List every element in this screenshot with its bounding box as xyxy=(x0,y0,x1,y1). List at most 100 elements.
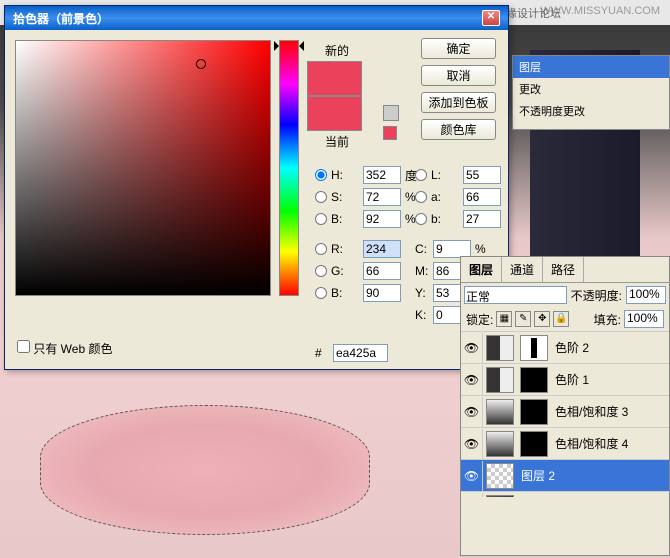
s-radio[interactable] xyxy=(315,191,327,203)
layer-item[interactable]: 👁 色阶 1 xyxy=(461,364,669,396)
visibility-icon[interactable]: 👁 xyxy=(461,397,483,427)
opacity-input[interactable]: 100% xyxy=(626,286,666,304)
visibility-icon[interactable]: 👁 xyxy=(461,429,483,459)
layer-name[interactable]: 色阶 1 xyxy=(551,371,669,388)
layer-thumb[interactable] xyxy=(486,495,514,498)
gamut-warning-icon[interactable] xyxy=(383,105,399,121)
hue-arrow-right xyxy=(299,41,304,51)
new-label: 新的 xyxy=(307,40,367,61)
web-only-label: 只有 Web 颜色 xyxy=(33,342,112,356)
layer-item-selected[interactable]: 👁 图层 2 xyxy=(461,460,669,492)
selection-marquee xyxy=(40,405,370,535)
layer-mask-thumb[interactable] xyxy=(520,431,548,457)
hex-label: # xyxy=(315,346,329,360)
lock-label: 锁定: xyxy=(466,311,493,328)
layer-mask-thumb[interactable] xyxy=(520,399,548,425)
m-label: M: xyxy=(415,264,429,278)
current-label: 当前 xyxy=(307,131,367,152)
lock-transparency-icon[interactable]: ▦ xyxy=(496,311,512,327)
c-unit: % xyxy=(475,242,489,256)
lock-paint-icon[interactable]: ✎ xyxy=(515,311,531,327)
rgb-b-radio[interactable] xyxy=(315,287,327,299)
color-picker-dialog: 拾色器（前景色） ✕ 新的 当前 确定 取消 添加到色板 颜色库 H: xyxy=(4,5,509,370)
layer-item[interactable]: 👁 色相/饱和度 3 xyxy=(461,396,669,428)
fill-label: 填充: xyxy=(594,311,621,328)
dialog-titlebar[interactable]: 拾色器（前景色） ✕ xyxy=(5,6,508,30)
l-label: L: xyxy=(431,168,459,182)
history-item[interactable]: 图层 xyxy=(513,56,669,78)
new-color-swatch xyxy=(307,61,362,96)
hex-input[interactable] xyxy=(333,344,388,362)
layer-item[interactable]: 👁 图层 1 xyxy=(461,492,669,497)
tab-layers[interactable]: 图层 xyxy=(461,257,502,282)
lab-b-input[interactable] xyxy=(463,210,501,228)
layer-item[interactable]: 👁 色相/饱和度 4 xyxy=(461,428,669,460)
a-label: a: xyxy=(431,190,459,204)
h-input[interactable] xyxy=(363,166,401,184)
g-label: G: xyxy=(331,264,359,278)
nearest-color-swatch[interactable] xyxy=(383,126,397,140)
lock-all-icon[interactable]: 🔒 xyxy=(553,311,569,327)
g-input[interactable] xyxy=(363,262,401,280)
color-library-button[interactable]: 颜色库 xyxy=(421,119,496,140)
layer-thumb-hue[interactable] xyxy=(486,431,514,457)
layer-list: 👁 色阶 2 👁 色阶 1 👁 色相/饱和度 3 👁 色相/饱和度 4 👁 xyxy=(461,332,669,497)
layer-name[interactable]: 色相/饱和度 4 xyxy=(551,435,669,452)
layer-name[interactable]: 色阶 2 xyxy=(551,339,669,356)
color-spectrum[interactable] xyxy=(15,40,271,296)
history-item[interactable]: 更改 xyxy=(513,78,669,100)
layer-thumb-hue[interactable] xyxy=(486,399,514,425)
c-label: C: xyxy=(415,242,429,256)
spectrum-cursor[interactable] xyxy=(196,59,206,69)
b-input[interactable] xyxy=(363,210,401,228)
l-radio[interactable] xyxy=(415,169,427,181)
layer-mask-thumb[interactable] xyxy=(520,335,548,361)
ok-button[interactable]: 确定 xyxy=(421,38,496,59)
close-icon[interactable]: ✕ xyxy=(482,10,500,26)
visibility-icon[interactable]: 👁 xyxy=(461,365,483,395)
s-input[interactable] xyxy=(363,188,401,206)
tab-channels[interactable]: 通道 xyxy=(502,257,543,282)
b-label: B: xyxy=(331,212,359,226)
s-label: S: xyxy=(331,190,359,204)
r-radio[interactable] xyxy=(315,243,327,255)
layer-name[interactable]: 图层 2 xyxy=(517,467,669,484)
b-radio[interactable] xyxy=(315,213,327,225)
history-item[interactable]: 不透明度更改 xyxy=(513,100,669,122)
visibility-icon[interactable]: 👁 xyxy=(461,461,483,491)
a-radio[interactable] xyxy=(415,191,427,203)
layers-panel: 图层 通道 路径 正常 不透明度: 100% 锁定: ▦ ✎ ✥ 🔒 填充: 1… xyxy=(460,256,670,556)
blend-mode-dropdown[interactable]: 正常 xyxy=(464,286,567,304)
h-radio[interactable] xyxy=(315,169,327,181)
fill-input[interactable]: 100% xyxy=(624,310,664,328)
g-radio[interactable] xyxy=(315,265,327,277)
visibility-icon[interactable]: 👁 xyxy=(461,333,483,363)
y-label: Y: xyxy=(415,286,429,300)
lab-b-label: b: xyxy=(431,212,459,226)
layer-mask-thumb[interactable] xyxy=(520,367,548,393)
opacity-label: 不透明度: xyxy=(571,287,622,304)
layer-thumb[interactable] xyxy=(486,463,514,489)
lab-b-radio[interactable] xyxy=(415,213,427,225)
visibility-icon[interactable]: 👁 xyxy=(461,493,483,498)
a-input[interactable] xyxy=(463,188,501,206)
r-input[interactable] xyxy=(363,240,401,258)
hue-slider[interactable] xyxy=(279,40,299,296)
tab-paths[interactable]: 路径 xyxy=(543,257,584,282)
layer-thumb-levels[interactable] xyxy=(486,367,514,393)
rgb-b-label: B: xyxy=(331,286,359,300)
current-color-swatch[interactable] xyxy=(307,96,362,131)
l-input[interactable] xyxy=(463,166,501,184)
layer-name[interactable]: 色相/饱和度 3 xyxy=(551,403,669,420)
k-label: K: xyxy=(415,308,429,322)
add-swatch-button[interactable]: 添加到色板 xyxy=(421,92,496,113)
history-panel: 图层 更改 不透明度更改 xyxy=(512,55,670,130)
h-label: H: xyxy=(331,168,359,182)
web-only-checkbox[interactable] xyxy=(17,340,30,353)
lock-move-icon[interactable]: ✥ xyxy=(534,311,550,327)
layer-item[interactable]: 👁 色阶 2 xyxy=(461,332,669,364)
layer-thumb-levels[interactable] xyxy=(486,335,514,361)
dialog-title: 拾色器（前景色） xyxy=(13,10,109,26)
rgb-b-input[interactable] xyxy=(363,284,401,302)
cancel-button[interactable]: 取消 xyxy=(421,65,496,86)
